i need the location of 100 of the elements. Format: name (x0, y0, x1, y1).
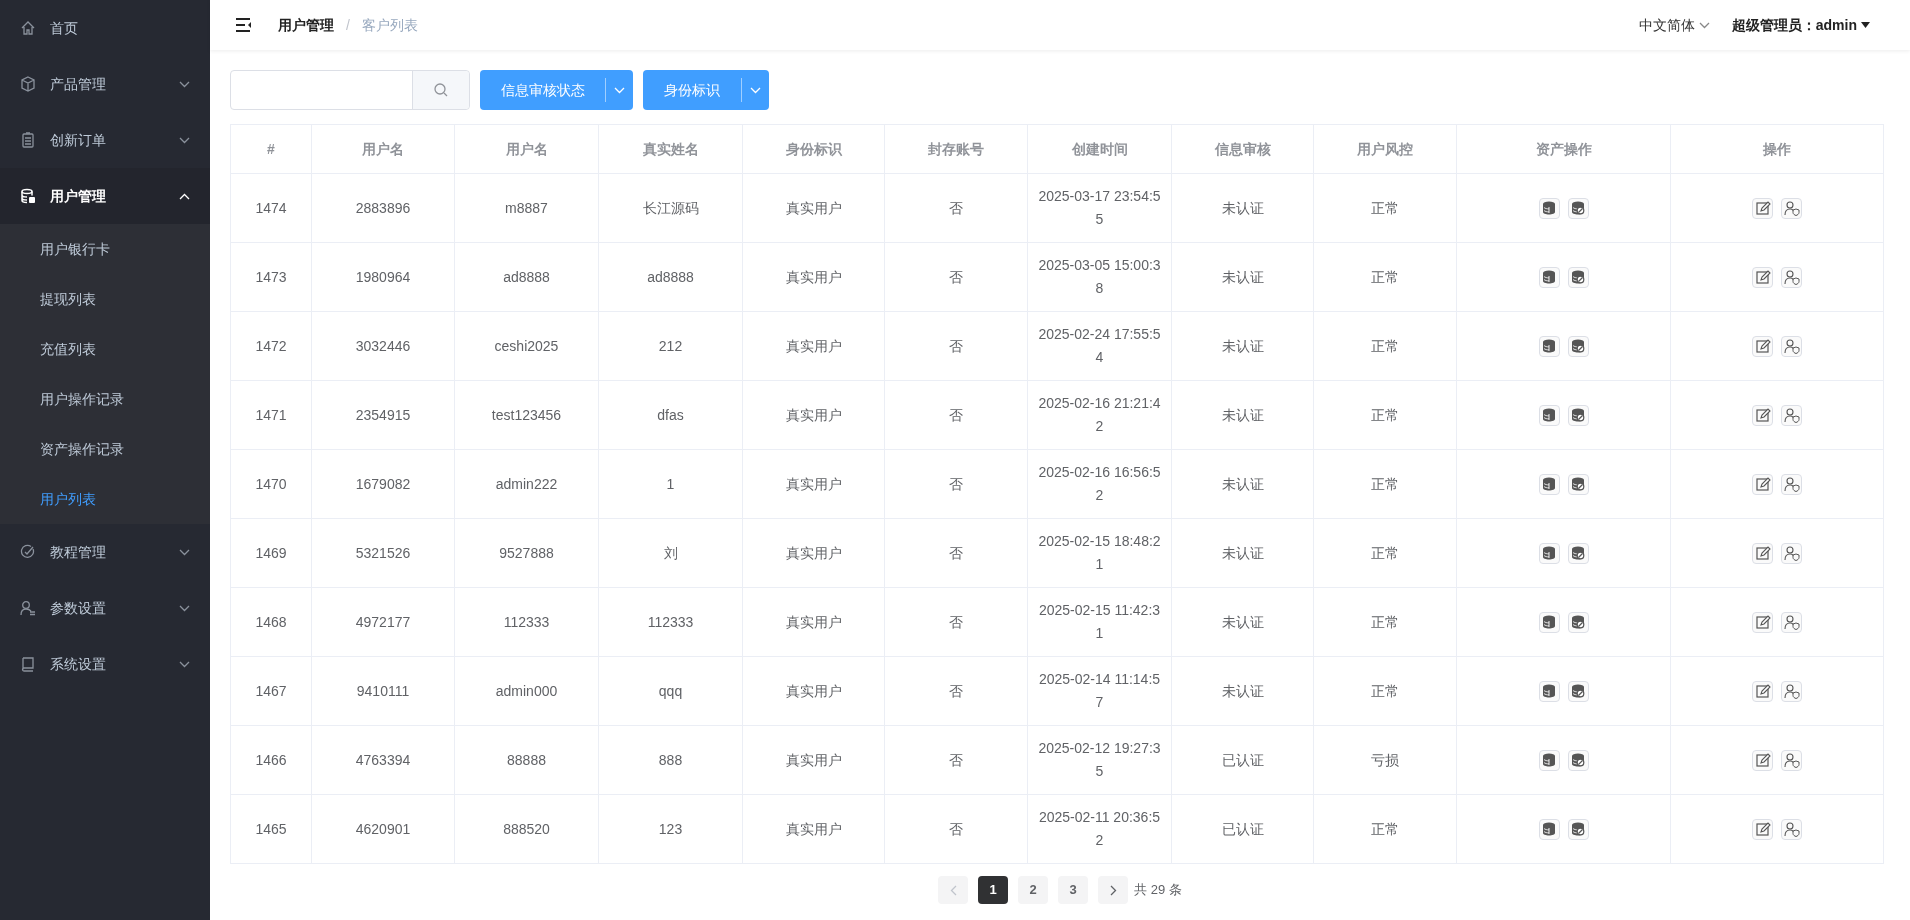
user-shield-icon[interactable] (1781, 749, 1802, 771)
language-dropdown[interactable]: 中文简体 (1638, 14, 1710, 36)
table-cell: 888 (598, 725, 743, 795)
table-cell: 4972177 (311, 587, 455, 657)
page-button[interactable]: 1 (978, 876, 1009, 904)
table-cell: 4620901 (311, 794, 455, 864)
user-menu[interactable]: 超级管理员：admin (1731, 14, 1870, 36)
coins-dollar-icon[interactable] (1538, 611, 1560, 633)
coins-blocked-icon[interactable] (1567, 404, 1589, 426)
table-cell: ad8888 (598, 242, 743, 312)
sidebar-item[interactable]: 系统设置 (0, 636, 210, 692)
coins-blocked-icon[interactable] (1567, 473, 1589, 495)
edit-icon[interactable] (1752, 266, 1773, 288)
table-cell: 1 (598, 449, 743, 519)
sidebar-item[interactable]: 创新订单 (0, 112, 210, 168)
table-cell: 已认证 (1171, 794, 1314, 864)
user-shield-icon[interactable] (1781, 818, 1802, 840)
table-cell: 真实用户 (742, 656, 885, 726)
table-cell: 否 (884, 656, 1028, 726)
column-header: 用户名 (311, 124, 455, 174)
table-cell: 否 (884, 173, 1028, 243)
book-icon (20, 656, 36, 672)
table-cell: 2025-02-15 11:42:31 (1027, 587, 1172, 657)
coins-blocked-icon[interactable] (1567, 680, 1589, 702)
search-field[interactable] (230, 70, 470, 110)
edit-icon[interactable] (1752, 818, 1773, 840)
table-cell: 正常 (1313, 173, 1457, 243)
coins-dollar-icon[interactable] (1538, 749, 1560, 771)
coins-blocked-icon[interactable] (1567, 542, 1589, 564)
edit-icon[interactable] (1752, 473, 1773, 495)
edit-icon[interactable] (1752, 542, 1773, 564)
coins-dollar-icon[interactable] (1538, 197, 1560, 219)
table-cell: 未认证 (1171, 587, 1314, 657)
table-cell: 2025-02-11 20:36:52 (1027, 794, 1172, 864)
coins-blocked-icon[interactable] (1567, 818, 1589, 840)
coins-dollar-icon[interactable] (1538, 335, 1560, 357)
coins-dollar-icon[interactable] (1538, 266, 1560, 288)
table-cell: 真实用户 (742, 518, 885, 588)
edit-icon[interactable] (1752, 335, 1773, 357)
coins-blocked-icon[interactable] (1567, 611, 1589, 633)
sidebar-item[interactable]: 用户管理 (0, 168, 210, 224)
menu-toggle-icon[interactable] (236, 18, 252, 32)
coins-dollar-icon[interactable] (1538, 404, 1560, 426)
coins-dollar-icon[interactable] (1538, 473, 1560, 495)
coins-blocked-icon[interactable] (1567, 197, 1589, 219)
edit-icon[interactable] (1752, 404, 1773, 426)
edit-icon[interactable] (1752, 611, 1773, 633)
table-cell: 112333 (454, 587, 599, 657)
edit-icon[interactable] (1752, 680, 1773, 702)
coins-blocked-icon[interactable] (1567, 749, 1589, 771)
column-header: # (230, 124, 312, 174)
sidebar-item[interactable]: 参数设置 (0, 580, 210, 636)
sidebar-subitem[interactable]: 用户操作记录 (0, 374, 210, 424)
table-cell: 未认证 (1171, 242, 1314, 312)
table-cell: test123456 (454, 380, 599, 450)
table-cell: 否 (884, 725, 1028, 795)
user-shield-icon[interactable] (1781, 266, 1802, 288)
sidebar-subitem[interactable]: 充值列表 (0, 324, 210, 374)
coins-dollar-icon[interactable] (1538, 542, 1560, 564)
sidebar-subitem[interactable]: 用户列表 (0, 474, 210, 524)
user-shield-icon[interactable] (1781, 335, 1802, 357)
sidebar-item[interactable]: 教程管理 (0, 524, 210, 580)
sidebar-item[interactable]: 产品管理 (0, 56, 210, 112)
table-cell: 否 (884, 311, 1028, 381)
table-cell: 2025-02-15 18:48:21 (1027, 518, 1172, 588)
edit-icon[interactable] (1752, 197, 1773, 219)
table-cell: 真实用户 (742, 794, 885, 864)
user-shield-icon[interactable] (1781, 680, 1802, 702)
coins-blocked-icon[interactable] (1567, 266, 1589, 288)
table-cell: 刘 (598, 518, 743, 588)
coins-blocked-icon[interactable] (1567, 335, 1589, 357)
user-shield-icon[interactable] (1781, 473, 1802, 495)
page-button[interactable]: 3 (1058, 876, 1089, 904)
table-cell: 3032446 (311, 311, 455, 381)
breadcrumb-link[interactable]: 用户管理 (278, 14, 334, 36)
table-cell: 否 (884, 449, 1028, 519)
table-cell: 真实用户 (742, 242, 885, 312)
user-shield-icon[interactable] (1781, 197, 1802, 219)
sidebar-subitem[interactable]: 用户银行卡 (0, 224, 210, 274)
table-cell: 正常 (1313, 794, 1457, 864)
table-cell: 2354915 (311, 380, 455, 450)
table-cell: 未认证 (1171, 173, 1314, 243)
user-shield-icon[interactable] (1781, 611, 1802, 633)
user-shield-icon[interactable] (1781, 542, 1802, 564)
sidebar-subitem[interactable]: 资产操作记录 (0, 424, 210, 474)
table-cell: 正常 (1313, 518, 1457, 588)
coins-dollar-icon[interactable] (1538, 818, 1560, 840)
table-cell: ad8888 (454, 242, 599, 312)
sidebar-item[interactable]: 首页 (0, 0, 210, 56)
table-cell: 88888 (454, 725, 599, 795)
coins-dollar-icon[interactable] (1538, 680, 1560, 702)
chevron-icon (1698, 21, 1710, 29)
edit-icon[interactable] (1752, 749, 1773, 771)
user-shield-icon[interactable] (1781, 404, 1802, 426)
search-icon[interactable] (434, 83, 448, 97)
table-cell: 1468 (230, 587, 312, 657)
page-button[interactable]: 2 (1018, 876, 1049, 904)
table-cell: 2025-02-12 19:27:35 (1027, 725, 1172, 795)
caret-icon (1861, 22, 1870, 28)
sidebar-subitem[interactable]: 提现列表 (0, 274, 210, 324)
